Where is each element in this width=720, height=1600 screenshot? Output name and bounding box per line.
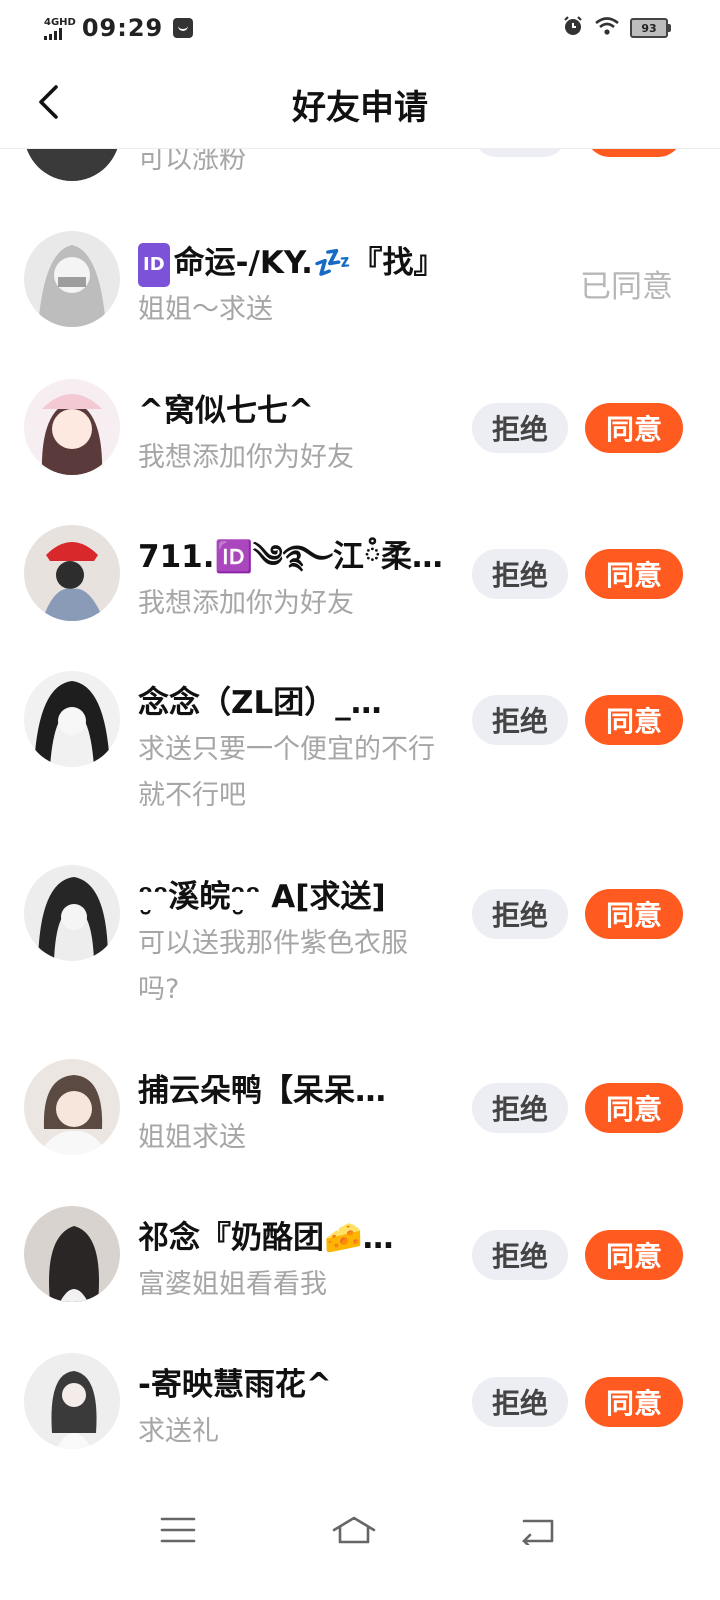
status-bar: 4GHD 09:29 93 bbox=[0, 0, 720, 56]
avatar[interactable] bbox=[24, 1206, 120, 1302]
reject-button[interactable]: 拒绝 bbox=[472, 1377, 568, 1427]
request-message: 求送礼 bbox=[138, 1416, 219, 1447]
id-badge: ID bbox=[138, 243, 170, 287]
request-message: 我想添加你为好友 bbox=[138, 588, 354, 619]
reject-button[interactable]: 拒绝 bbox=[472, 1230, 568, 1280]
accept-button[interactable]: 同意 bbox=[585, 149, 683, 157]
wifi-icon bbox=[594, 16, 620, 40]
accept-button[interactable]: 同意 bbox=[585, 549, 683, 599]
request-name: 捕云朵鸭【呆呆… bbox=[138, 1073, 386, 1109]
reject-button[interactable]: 拒绝 bbox=[472, 1083, 568, 1133]
request-name: ^窝似七七^ bbox=[138, 393, 314, 429]
list-item: -寄映慧雨花^ 求送礼 拒绝 同意 bbox=[0, 1353, 720, 1453]
accept-button[interactable]: 同意 bbox=[585, 1083, 683, 1133]
avatar[interactable] bbox=[24, 525, 120, 621]
home-icon bbox=[332, 1516, 376, 1544]
battery-icon: 93 bbox=[630, 18, 671, 38]
back-icon bbox=[522, 1519, 554, 1545]
accept-button[interactable]: 同意 bbox=[585, 1377, 683, 1427]
request-name: 念念（ZL团）_… bbox=[138, 685, 382, 721]
accept-button[interactable]: 同意 bbox=[585, 403, 683, 453]
request-message: 可以涨粉 bbox=[138, 149, 246, 175]
back-nav-button[interactable] bbox=[508, 1508, 568, 1552]
battery-level: 93 bbox=[641, 21, 657, 35]
signal-icon: 4GHD bbox=[44, 17, 76, 40]
status-left: 4GHD 09:29 bbox=[44, 12, 194, 44]
agreed-status: 已同意 bbox=[580, 269, 673, 305]
list-item: 711.🆔༄࿐江ཾ柔… 我想添加你为好友 拒绝 同意 bbox=[0, 525, 720, 625]
reject-button[interactable]: 拒绝 bbox=[472, 889, 568, 939]
request-message: 富婆姐姐看看我 bbox=[138, 1269, 327, 1300]
message-icon bbox=[173, 18, 194, 38]
page-title: 好友申请 bbox=[292, 88, 428, 128]
list-item: 可以涨粉 拒绝 同意 bbox=[0, 149, 720, 189]
list-item: ^窝似七七^ 我想添加你为好友 拒绝 同意 bbox=[0, 379, 720, 479]
reject-button[interactable]: 拒绝 bbox=[472, 403, 568, 453]
system-navigation-bar bbox=[0, 1480, 720, 1600]
alarm-icon bbox=[562, 15, 584, 41]
list-item: 捕云朵鸭【呆呆… 姐姐求送 拒绝 同意 bbox=[0, 1059, 720, 1159]
reject-button[interactable]: 拒绝 bbox=[472, 549, 568, 599]
request-message: 可以送我那件紫色衣服吗? bbox=[138, 928, 408, 1005]
nav-bar: 好友申请 bbox=[0, 56, 720, 149]
reject-button[interactable]: 拒绝 bbox=[472, 695, 568, 745]
avatar[interactable] bbox=[24, 231, 120, 327]
menu-icon bbox=[160, 1517, 196, 1543]
accept-button[interactable]: 同意 bbox=[585, 695, 683, 745]
avatar[interactable] bbox=[24, 865, 120, 961]
request-name: ᵔ̮ᵔ溪皖ᵔ̮ᵔ A[求送] bbox=[138, 879, 386, 915]
list-item: 祁念『奶酪团🧀… 富婆姐姐看看我 拒绝 同意 bbox=[0, 1206, 720, 1306]
request-name: 711.🆔༄࿐江ཾ柔… bbox=[138, 539, 443, 575]
request-message: 我想添加你为好友 bbox=[138, 442, 354, 473]
request-message: 姐姐～求送 bbox=[138, 294, 273, 325]
avatar[interactable] bbox=[24, 149, 120, 181]
home-button[interactable] bbox=[324, 1508, 384, 1552]
friend-request-list[interactable]: 可以涨粉 拒绝 同意 ID命运-/KY.💤『找』 姐姐～求送 已同意 ^窝似七七… bbox=[0, 149, 720, 1470]
request-name: -寄映慧雨花^ bbox=[138, 1367, 332, 1403]
menu-button[interactable] bbox=[148, 1508, 208, 1552]
reject-button[interactable]: 拒绝 bbox=[472, 149, 568, 157]
status-right: 93 bbox=[562, 14, 671, 42]
request-name: ID 命运-/KY.💤『找』 bbox=[138, 243, 456, 287]
network-type: 4GHD bbox=[44, 16, 76, 28]
accept-button[interactable]: 同意 bbox=[585, 1230, 683, 1280]
list-item: ᵔ̮ᵔ溪皖ᵔ̮ᵔ A[求送] 可以送我那件紫色衣服吗? 拒绝 同意 bbox=[0, 865, 720, 1015]
avatar[interactable] bbox=[24, 379, 120, 475]
request-name: 祁念『奶酪团🧀… bbox=[138, 1220, 394, 1256]
list-item: ID 命运-/KY.💤『找』 姐姐～求送 已同意 bbox=[0, 231, 720, 331]
avatar[interactable] bbox=[24, 1059, 120, 1155]
request-message: 求送只要一个便宜的不行就不行吧 bbox=[138, 734, 435, 811]
avatar[interactable] bbox=[24, 1353, 120, 1449]
list-item: 念念（ZL团）_… 求送只要一个便宜的不行就不行吧 拒绝 同意 bbox=[0, 671, 720, 821]
request-message: 姐姐求送 bbox=[138, 1122, 246, 1153]
clock: 09:29 bbox=[81, 14, 164, 42]
accept-button[interactable]: 同意 bbox=[585, 889, 683, 939]
avatar[interactable] bbox=[24, 671, 120, 767]
